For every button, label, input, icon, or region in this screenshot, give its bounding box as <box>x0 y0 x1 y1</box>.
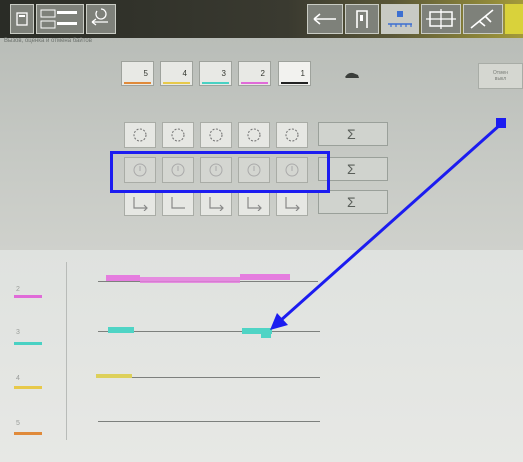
annotation-arrow <box>270 118 506 330</box>
arrow-line <box>279 122 502 323</box>
